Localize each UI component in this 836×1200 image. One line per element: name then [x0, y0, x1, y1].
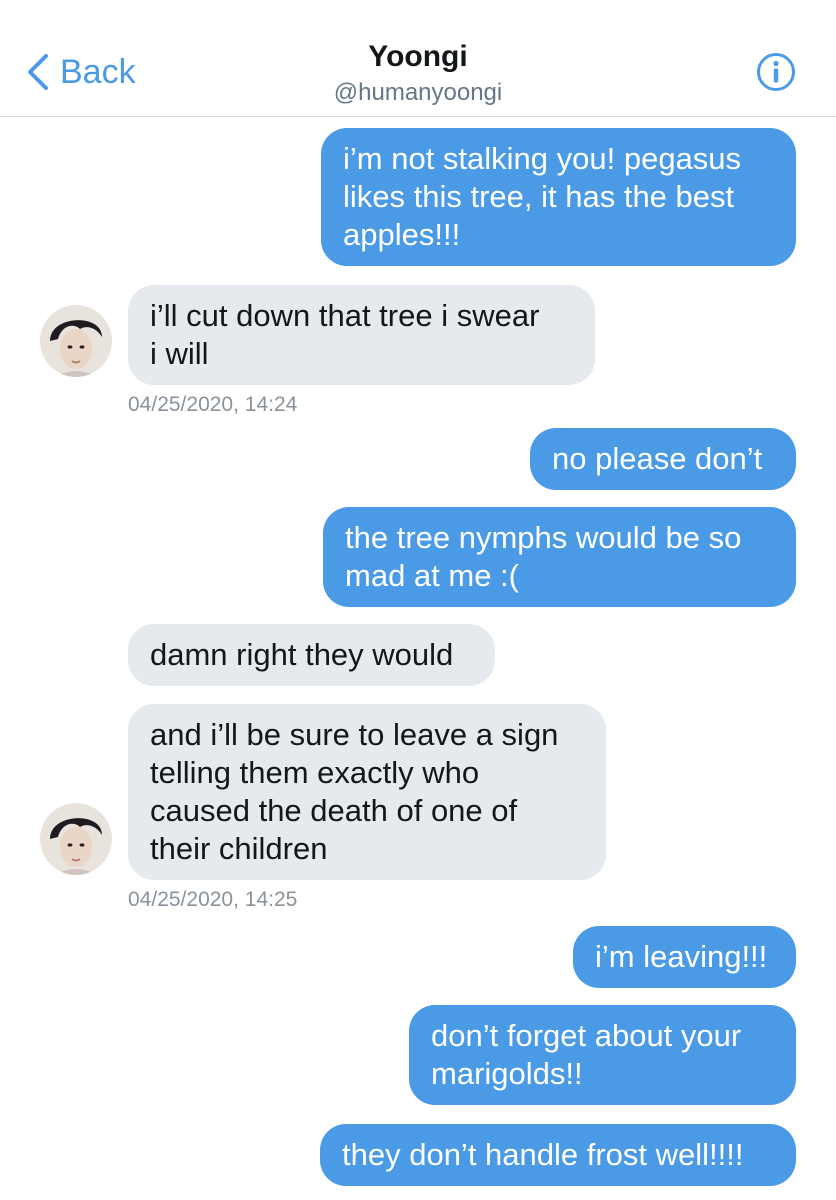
- message-timestamp: 04/25/2020, 14:24: [128, 393, 298, 416]
- avatar-image: [40, 803, 112, 875]
- sent-message[interactable]: the tree nymphs would be so mad at me :(: [323, 507, 796, 607]
- conversation-title-block: Yoongi @humanyoongi: [0, 38, 836, 108]
- avatar[interactable]: [40, 305, 112, 377]
- avatar[interactable]: [40, 803, 112, 875]
- conversation-header: Back Yoongi @humanyoongi: [0, 0, 836, 117]
- sent-message[interactable]: they don’t handle frost well!!!!: [320, 1124, 796, 1186]
- sent-message[interactable]: i’m leaving!!!: [573, 926, 796, 988]
- sent-message[interactable]: no please don’t: [530, 428, 796, 490]
- received-message[interactable]: and i’ll be sure to leave a sign telling…: [128, 704, 606, 880]
- conversation-title: Yoongi: [368, 40, 468, 73]
- avatar-image: [40, 305, 112, 377]
- info-icon[interactable]: [756, 52, 796, 92]
- received-message[interactable]: damn right they would: [128, 624, 495, 686]
- sent-message[interactable]: don’t forget about your marigolds!!: [409, 1005, 796, 1105]
- received-message[interactable]: i’ll cut down that tree i swear i will: [128, 285, 595, 385]
- conversation-handle: @humanyoongi: [333, 79, 503, 106]
- sent-message[interactable]: i’m not stalking you! pegasus likes this…: [321, 128, 796, 266]
- message-timestamp: 04/25/2020, 14:25: [128, 888, 298, 911]
